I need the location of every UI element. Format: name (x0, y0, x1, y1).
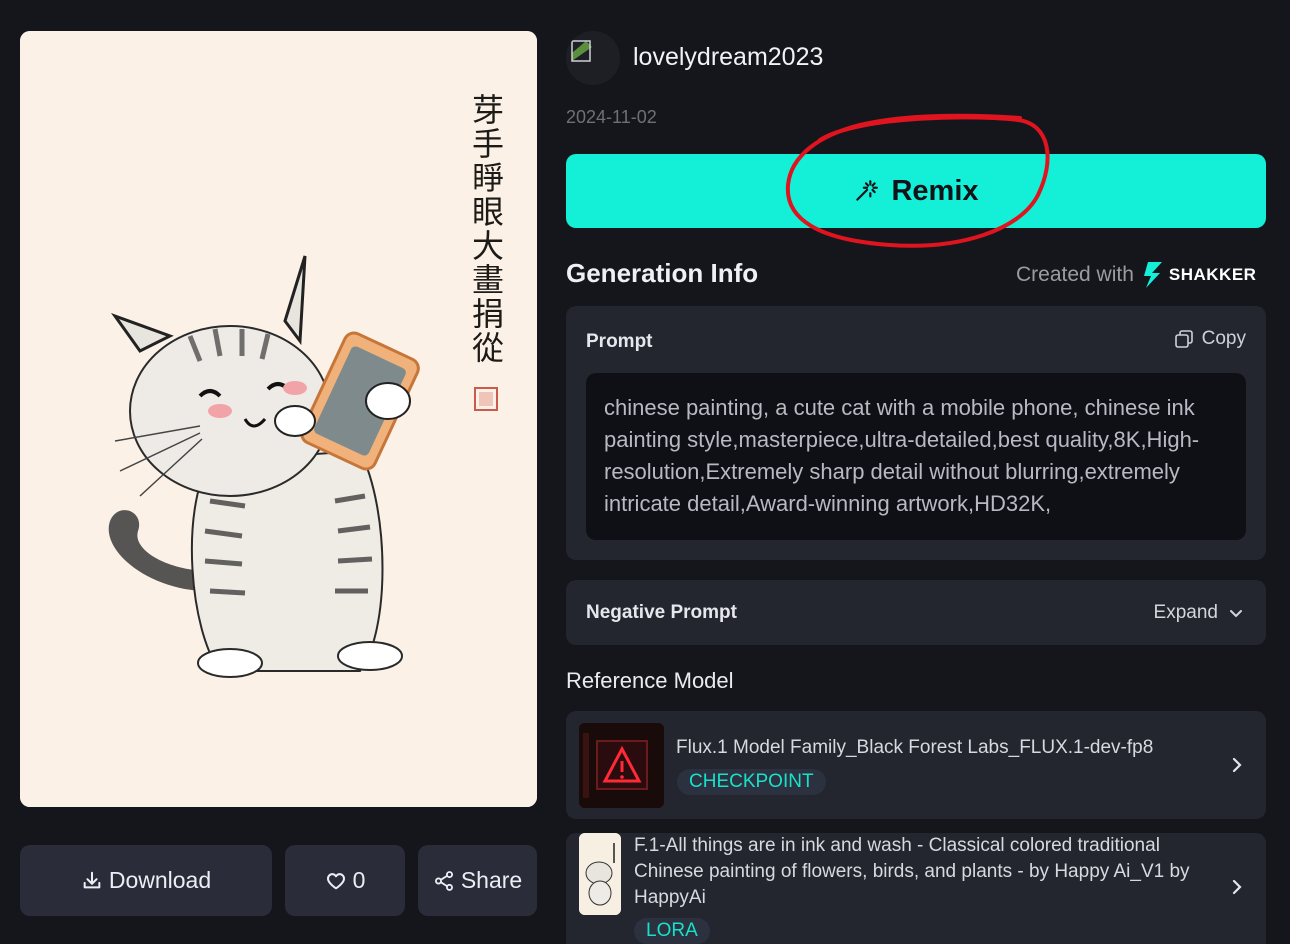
chevron-right-icon (1232, 879, 1242, 895)
brand-name: SHAKKER (1168, 265, 1257, 284)
model-type-badge: CHECKPOINT (677, 769, 826, 795)
model-card-lora[interactable]: F.1-All things are in ink and wash - Cla… (566, 833, 1266, 944)
remix-label: Remix (891, 174, 979, 207)
expand-label: Expand (1153, 602, 1218, 623)
prompt-text[interactable]: chinese painting, a cute cat with a mobi… (586, 373, 1246, 540)
model-thumbnail (579, 723, 664, 808)
heart-icon (326, 872, 345, 889)
like-button[interactable]: 0 (285, 845, 405, 916)
share-icon (434, 870, 453, 891)
expand-button[interactable]: Expand (1154, 602, 1244, 624)
model-thumbnail (579, 833, 621, 915)
cat-painting: 芽手睜眼大畫捐從 (20, 31, 537, 807)
share-button[interactable]: Share (418, 845, 537, 916)
like-count: 0 (352, 867, 366, 893)
model-name: Flux.1 Model Family_Black Forest Labs_FL… (676, 737, 1154, 758)
prompt-label: Prompt (586, 331, 653, 352)
copy-icon (1174, 330, 1193, 348)
post-date: 2024-11-02 (566, 107, 657, 127)
avatar[interactable] (566, 31, 620, 85)
author-username[interactable]: lovelydream2023 (633, 43, 823, 72)
warning-sign-thumbnail (579, 723, 664, 808)
generation-info-title: Generation Info (566, 258, 759, 288)
broken-image-icon (566, 31, 620, 85)
model-name: F.1-All things are in ink and wash - Cla… (634, 835, 1190, 908)
copy-label: Copy (1201, 328, 1246, 349)
download-icon (83, 871, 101, 888)
created-with: Created with SHAKKER (1016, 260, 1256, 290)
remix-button[interactable]: Remix (566, 154, 1266, 228)
artwork-image[interactable]: 芽手睜眼大畫捐從 (20, 31, 537, 807)
shakker-logo-icon (1143, 262, 1162, 288)
model-card-checkpoint[interactable]: Flux.1 Model Family_Black Forest Labs_FL… (566, 711, 1266, 819)
download-button[interactable]: Download (20, 845, 272, 916)
chevron-down-icon (1230, 610, 1242, 618)
model-type-badge: LORA (634, 918, 710, 944)
negative-prompt-label: Negative Prompt (586, 602, 737, 623)
shakker-logo[interactable]: SHAKKER (1142, 260, 1257, 290)
reference-model-title: Reference Model (566, 668, 734, 693)
page: 芽手睜眼大畫捐從 Download 0 Share lovelydream202… (0, 0, 1290, 944)
negative-prompt-panel[interactable]: Negative Prompt Expand (566, 580, 1266, 645)
download-label: Download (108, 867, 212, 893)
prompt-panel: Prompt Copy chinese painting, a cute cat… (566, 306, 1266, 560)
copy-button[interactable]: Copy (1174, 328, 1246, 350)
magic-wand-icon (856, 180, 879, 201)
chevron-right-icon (1232, 757, 1242, 773)
calligraphy-text: 芽手睜眼大畫捐從 (467, 93, 505, 365)
share-label: Share (460, 867, 523, 893)
cat-thumbnail (579, 833, 621, 915)
created-with-label: Created with (1016, 263, 1134, 286)
